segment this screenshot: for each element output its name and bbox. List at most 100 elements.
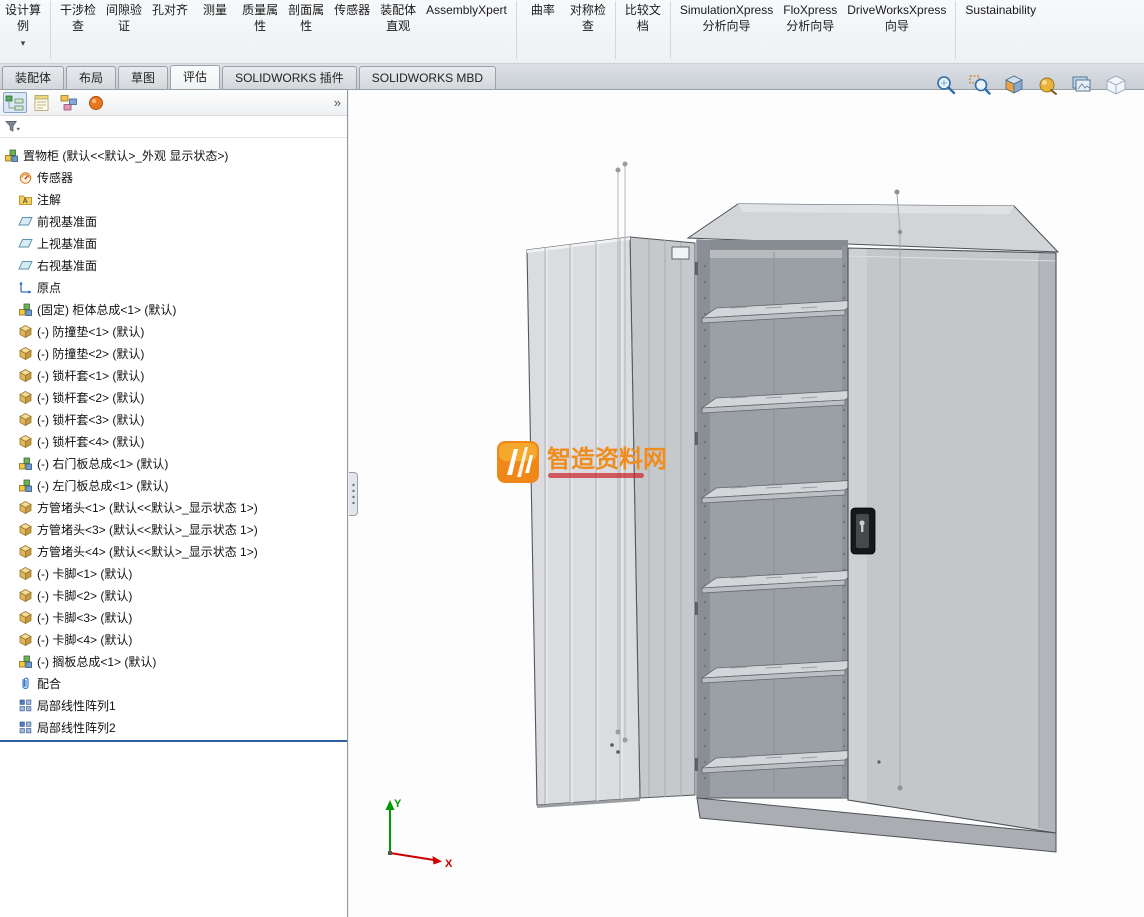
part-icon (18, 544, 33, 559)
plane-icon (18, 258, 33, 273)
edit-appearance-icon[interactable] (1035, 74, 1060, 96)
tree-item[interactable]: (-) 锁杆套<4> (默认) (0, 430, 347, 452)
assembly-visualization-button[interactable]: 装配体直观 (375, 0, 421, 34)
tree-item[interactable]: (固定) 柜体总成<1> (默认) (0, 298, 347, 320)
tree-item-label: (-) 防撞垫<2> (默认) (37, 345, 144, 362)
tree-item[interactable]: 配合 (0, 672, 347, 694)
triad-x-label: X (445, 858, 453, 870)
zoom-area-icon[interactable] (967, 74, 992, 96)
tree-item-label: (-) 锁杆套<1> (默认) (37, 367, 144, 384)
tree-item[interactable]: (-) 锁杆套<2> (默认) (0, 386, 347, 408)
ribbon-row: 设计算例▾ 干涉检查间隙验证孔对齐测量质量属性剖面属性传感器装配体直观Assemb… (0, 0, 1144, 63)
hole-alignment-button[interactable]: 孔对齐 (147, 0, 193, 18)
tree-item-label: (-) 锁杆套<3> (默认) (37, 411, 144, 428)
door-lock-handle[interactable] (851, 508, 875, 554)
tree-item[interactable]: 原点 (0, 276, 347, 298)
tree-item[interactable]: (-) 防撞垫<2> (默认) (0, 342, 347, 364)
assemblyxpert-button[interactable]: AssemblyXpert (421, 0, 512, 18)
tab-solidworks-addins[interactable]: SOLIDWORKS 插件 (222, 66, 357, 89)
cabinet-3d-view[interactable]: 智造资料网 Y X (349, 90, 1144, 917)
part-icon (18, 566, 33, 581)
section-view-icon[interactable] (1001, 74, 1026, 96)
clearance-verification-button[interactable]: 间隙验证 (101, 0, 147, 34)
tree-item-label: 右视基准面 (37, 257, 97, 274)
rollback-bar[interactable] (0, 740, 347, 742)
sensor-button[interactable]: 传感器 (329, 0, 375, 18)
tree-item[interactable]: 方管堵头<4> (默认<<默认>_显示状态 1>) (0, 540, 347, 562)
tree-item-label: 置物柜 (默认<<默认>_外观 显示状态>) (23, 147, 228, 164)
tab-sketch[interactable]: 草图 (118, 66, 168, 89)
panel-overflow-chevron[interactable]: » (334, 95, 341, 110)
tree-item[interactable]: (-) 左门板总成<1> (默认) (0, 474, 347, 496)
symmetry-check-button[interactable]: 对称检查 (565, 0, 611, 34)
tree-item[interactable]: 方管堵头<1> (默认<<默认>_显示状态 1>) (0, 496, 347, 518)
zoom-fit-icon[interactable] (933, 74, 958, 96)
tree-item-label: (-) 锁杆套<2> (默认) (37, 389, 144, 406)
interference-detection-button[interactable]: 干涉检查 (55, 0, 101, 34)
tree-item[interactable]: (-) 搁板总成<1> (默认) (0, 650, 347, 672)
part-icon (18, 500, 33, 515)
tree-item[interactable]: 局部线性阵列1 (0, 694, 347, 716)
tab-evaluate[interactable]: 评估 (170, 65, 220, 89)
tree-item-label: 原点 (37, 279, 61, 296)
tree-item-root[interactable]: 置物柜 (默认<<默认>_外观 显示状态>) (0, 144, 347, 166)
ribbon-group-separator (615, 1, 616, 59)
ribbon-group-separator (516, 1, 517, 59)
heads-up-view-toolbar (933, 74, 1128, 96)
tree-item[interactable]: (-) 卡脚<4> (默认) (0, 628, 347, 650)
measure-button[interactable]: 测量 (193, 0, 237, 18)
filter-icon[interactable] (5, 119, 20, 134)
compare-documents-button[interactable]: 比较文档 (620, 0, 666, 34)
part-icon (18, 522, 33, 537)
tree-filter-row[interactable] (0, 116, 347, 138)
right-door[interactable] (848, 248, 1056, 833)
tree-item-label: (-) 卡脚<2> (默认) (37, 587, 132, 604)
design-study-button[interactable]: 设计算例▾ (0, 0, 46, 48)
tree-item-label: 局部线性阵列1 (37, 697, 116, 714)
configurationmanager-tab-icon[interactable] (57, 92, 81, 113)
displaymanager-tab-icon[interactable] (84, 92, 108, 113)
mates-icon (18, 676, 33, 691)
propertymanager-tab-icon[interactable] (30, 92, 54, 113)
cabinet-interior[interactable] (697, 240, 859, 798)
graphics-viewport[interactable]: 智造资料网 Y X (349, 90, 1144, 917)
part-icon (18, 632, 33, 647)
tree-item[interactable]: (-) 锁杆套<3> (默认) (0, 408, 347, 430)
tree-item[interactable]: 方管堵头<3> (默认<<默认>_显示状态 1>) (0, 518, 347, 540)
mass-properties-button[interactable]: 质量属性 (237, 0, 283, 34)
tree-item[interactable]: 右视基准面 (0, 254, 347, 276)
tree-item[interactable]: (-) 卡脚<3> (默认) (0, 606, 347, 628)
tree-item[interactable]: (-) 锁杆套<1> (默认) (0, 364, 347, 386)
curvature-button[interactable]: 曲率 (521, 0, 565, 18)
open-left-door[interactable] (527, 237, 695, 808)
tab-solidworks-mbd[interactable]: SOLIDWORKS MBD (359, 66, 496, 89)
tree-item[interactable]: 传感器 (0, 166, 347, 188)
tree-item[interactable]: (-) 卡脚<2> (默认) (0, 584, 347, 606)
driveworksxpress-wizard-button[interactable]: DriveWorksXpress向导 (842, 0, 951, 34)
tree-item-label: 配合 (37, 675, 61, 692)
tree-item[interactable]: A注解 (0, 188, 347, 210)
featuremanager-tab-icon[interactable] (3, 92, 27, 113)
orientation-triad: Y X (386, 798, 454, 870)
panel-splitter[interactable] (349, 472, 358, 516)
tree-item-label: (-) 卡脚<3> (默认) (37, 609, 132, 626)
part-icon (18, 610, 33, 625)
tree-item[interactable]: (-) 卡脚<1> (默认) (0, 562, 347, 584)
origin-icon (18, 280, 33, 295)
floxpress-wizard-button[interactable]: FloXpress分析向导 (778, 0, 842, 34)
tree-item[interactable]: (-) 防撞垫<1> (默认) (0, 320, 347, 342)
tree-item[interactable]: 局部线性阵列2 (0, 716, 347, 738)
tree-item[interactable]: 上视基准面 (0, 232, 347, 254)
apply-scene-icon[interactable] (1069, 74, 1094, 96)
tree-item[interactable]: 前视基准面 (0, 210, 347, 232)
tab-assembly[interactable]: 装配体 (2, 66, 64, 89)
tree-item[interactable]: (-) 右门板总成<1> (默认) (0, 452, 347, 474)
simulationxpress-wizard-button[interactable]: SimulationXpress分析向导 (675, 0, 778, 34)
section-properties-button[interactable]: 剖面属性 (283, 0, 329, 34)
tab-layout[interactable]: 布局 (66, 66, 116, 89)
door-latch[interactable] (672, 247, 689, 259)
view-orientation-cube-icon[interactable] (1103, 74, 1128, 96)
sustainability-button[interactable]: Sustainability (960, 0, 1041, 18)
part-icon (18, 324, 33, 339)
ribbon-group-separator (50, 1, 51, 59)
